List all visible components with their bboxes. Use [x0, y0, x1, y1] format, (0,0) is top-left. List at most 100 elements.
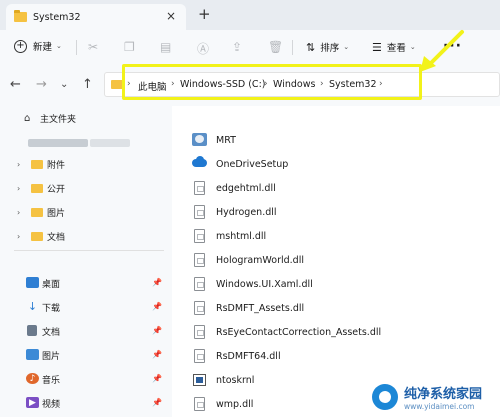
dll-icon — [194, 205, 205, 219]
back-icon[interactable]: ← — [10, 77, 21, 92]
new-tab-button[interactable]: + — [198, 5, 211, 23]
file-name: Windows.UI.Xaml.dll — [216, 278, 313, 290]
close-tab-icon[interactable]: × — [166, 9, 176, 23]
divider — [292, 40, 293, 55]
list-item[interactable]: RsDMFT64.dll — [190, 344, 490, 368]
pin-icon[interactable]: 📌 — [152, 302, 162, 311]
pin-icon[interactable]: 📌 — [152, 374, 162, 383]
file-name: mshtml.dll — [216, 230, 267, 242]
view-label: 查看 — [386, 43, 406, 54]
folder-icon — [31, 232, 43, 241]
sort-label: 排序 — [320, 43, 340, 54]
sidebar-item-pictures[interactable]: 图片 📌 — [0, 343, 172, 367]
file-list: MRT OneDriveSetup edgehtml.dll Hydrogen.… — [172, 106, 500, 417]
cut-icon[interactable]: ✂ — [88, 40, 98, 54]
documents-icon — [27, 325, 37, 336]
chevron-right-icon[interactable]: › — [17, 160, 20, 169]
download-icon: ↓ — [27, 300, 38, 313]
pictures-icon — [26, 349, 39, 360]
music-icon: ♪ — [26, 373, 39, 384]
list-item[interactable]: RsEyeContactCorrection_Assets.dll — [190, 320, 490, 344]
folder-icon — [31, 208, 43, 217]
watermark-url: www.yidaimei.com — [404, 401, 475, 411]
onedrive-icon — [192, 156, 207, 167]
sidebar-item-folder[interactable]: › 附件 — [0, 152, 172, 176]
divider — [14, 250, 164, 251]
sidebar-item-label: 主文件夹 — [40, 114, 77, 125]
share-icon[interactable]: ⇪ — [232, 40, 242, 54]
home-icon: ⌂ — [24, 113, 31, 124]
ntoskrnl-icon — [193, 374, 206, 386]
sidebar-item-label: 下载 — [42, 303, 61, 314]
tab-strip: System32 × + — [0, 0, 500, 30]
sidebar-item-folder[interactable]: › 公开 — [0, 176, 172, 200]
chevron-down-icon: ⌄ — [56, 42, 62, 50]
sidebar-item-folder[interactable]: › 图片 — [0, 200, 172, 224]
tab-title: System32 — [33, 11, 81, 23]
dll-icon — [194, 301, 205, 315]
file-name: wmp.dll — [216, 398, 254, 410]
dll-icon — [194, 277, 205, 291]
list-item[interactable]: mshtml.dll — [190, 224, 490, 248]
pin-icon[interactable]: 📌 — [152, 278, 162, 287]
file-name: OneDriveSetup — [216, 158, 289, 170]
sidebar-item-label: 公开 — [47, 184, 66, 195]
sidebar-item-videos[interactable]: ▶ 视频 📌 — [0, 391, 172, 415]
tab-system32[interactable]: System32 × — [6, 4, 186, 30]
file-name: ntoskrnl — [216, 374, 255, 386]
rename-icon[interactable]: Ⓐ — [197, 40, 209, 57]
file-name: edgehtml.dll — [216, 182, 276, 194]
folder-icon — [31, 184, 43, 193]
file-name: RsEyeContactCorrection_Assets.dll — [216, 326, 382, 338]
list-item[interactable]: OneDriveSetup — [190, 152, 490, 176]
pin-icon[interactable]: 📌 — [152, 326, 162, 335]
chevron-down-icon: ⌄ — [409, 43, 416, 51]
sidebar-item-folder[interactable]: › 文档 — [0, 224, 172, 248]
chevron-right-icon[interactable]: › — [17, 208, 20, 217]
dll-icon — [194, 253, 205, 267]
forward-icon[interactable]: → — [36, 77, 47, 92]
up-icon[interactable]: ↑ — [82, 77, 93, 92]
annotation-arrow — [420, 30, 464, 72]
pin-icon[interactable]: 📌 — [152, 350, 162, 359]
sidebar-item-home[interactable]: ⌂ 主文件夹 — [0, 106, 172, 130]
list-item[interactable]: HologramWorld.dll — [190, 248, 490, 272]
plus-icon: + — [14, 39, 27, 53]
sidebar-item-label: 文档 — [47, 232, 66, 243]
new-label: 新建 — [33, 42, 53, 53]
chevron-right-icon[interactable]: › — [17, 232, 20, 241]
folder-icon — [31, 160, 43, 169]
dll-icon — [194, 349, 205, 363]
sort-button[interactable]: ⇅ 排序 ⌄ — [306, 40, 349, 55]
copy-icon[interactable]: ❐ — [124, 40, 135, 54]
sidebar-item-music[interactable]: ♪ 音乐 📌 — [0, 367, 172, 391]
sidebar-item-documents[interactable]: 文档 📌 — [0, 319, 172, 343]
chevron-down-icon[interactable]: ⌄ — [60, 79, 68, 90]
list-item[interactable]: RsDMFT_Assets.dll — [190, 296, 490, 320]
view-icon: ☰ — [372, 40, 382, 54]
view-button[interactable]: ☰ 查看 ⌄ — [372, 40, 416, 55]
sidebar-item-label: 桌面 — [42, 279, 61, 290]
watermark: 纯净系统家园 www.yidaimei.com — [368, 376, 500, 417]
delete-icon[interactable]: 🗑 — [268, 40, 283, 54]
highlight-box — [122, 64, 422, 100]
list-item[interactable]: Hydrogen.dll — [190, 200, 490, 224]
redacted-account — [90, 139, 130, 147]
file-name: Hydrogen.dll — [216, 206, 277, 218]
list-item[interactable]: edgehtml.dll — [190, 176, 490, 200]
list-item[interactable]: MRT — [190, 128, 490, 152]
redacted-account — [28, 139, 88, 147]
paste-icon[interactable]: ▤ — [160, 40, 171, 54]
sort-icon: ⇅ — [306, 40, 316, 54]
navigation-pane: ⌂ 主文件夹 › 附件 › 公开 › 图片 › 文档 桌面 📌 ↓ 下载 📌 文… — [0, 106, 172, 417]
pin-icon[interactable]: 📌 — [152, 398, 162, 407]
desktop-icon — [26, 277, 39, 288]
new-button[interactable]: + 新建 ⌄ — [14, 39, 62, 53]
sidebar-item-label: 附件 — [47, 160, 66, 171]
chevron-right-icon[interactable]: › — [17, 184, 20, 193]
sidebar-item-desktop[interactable]: 桌面 📌 — [0, 271, 172, 295]
dll-icon — [194, 325, 205, 339]
list-item[interactable]: Windows.UI.Xaml.dll — [190, 272, 490, 296]
sidebar-item-downloads[interactable]: ↓ 下载 📌 — [0, 295, 172, 319]
sidebar-item-label: 图片 — [42, 351, 61, 362]
